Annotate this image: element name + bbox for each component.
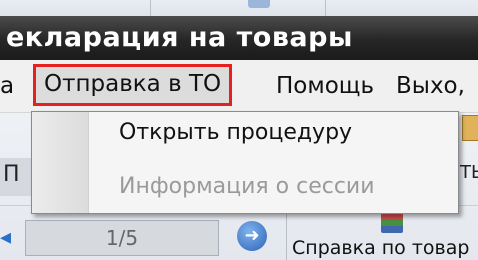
toolbar-separator — [325, 0, 326, 16]
toolbar-icon[interactable] — [248, 0, 270, 8]
menu-option-open-procedure[interactable]: Открыть процедуру — [119, 120, 352, 146]
pager-field[interactable]: 1/5 — [25, 220, 219, 256]
menubar: а Отправка в ТО Помощь Выхо, — [0, 60, 478, 113]
toolbar-separator — [286, 211, 287, 260]
goods-help-label[interactable]: Справка по товар — [292, 237, 469, 259]
books-icon[interactable] — [381, 213, 403, 233]
dropdown-menu: Открыть процедуру Информация о сессии — [31, 111, 459, 214]
window-title: екларация на товары — [6, 22, 353, 53]
menu-item-help[interactable]: Помощь — [276, 72, 374, 100]
toolbar-left-label: П — [3, 162, 20, 187]
top-toolbar-strip — [0, 0, 478, 17]
menu-item-exit[interactable]: Выхо, — [396, 72, 465, 100]
toolbar-right-label: ТЫ — [460, 162, 478, 183]
menu-item-send-to-customs[interactable]: Отправка в ТО — [32, 64, 233, 106]
prev-arrow-icon[interactable]: ◂ — [0, 225, 11, 250]
menu-item-partial[interactable]: а — [0, 72, 14, 100]
window-title-bar: екларация на товары — [0, 16, 478, 60]
next-arrow-icon[interactable]: ➜ — [237, 221, 267, 251]
folder-icon[interactable] — [462, 115, 478, 141]
toolbar-separator — [150, 0, 151, 16]
dropdown-icon-gutter — [32, 112, 89, 213]
menu-option-session-info: Информация о сессии — [119, 174, 375, 199]
